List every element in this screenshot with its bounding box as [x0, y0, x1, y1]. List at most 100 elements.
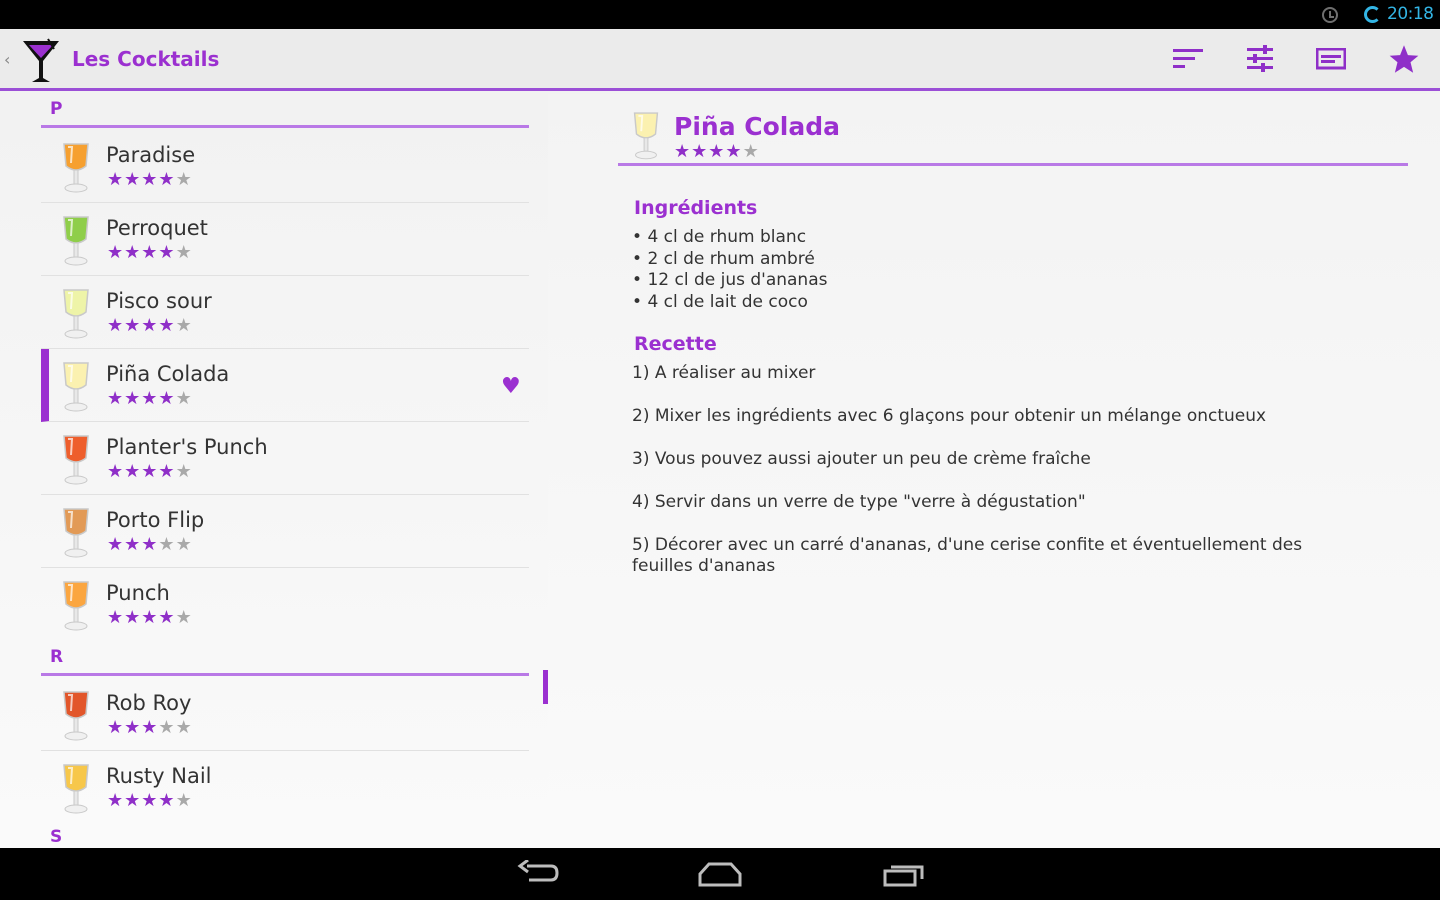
star-empty-icon: ★: [158, 717, 176, 738]
star-empty-icon: ★: [175, 790, 193, 811]
cocktail-glass-icon: [63, 435, 89, 485]
ingredient-item: 2 cl de rhum ambré: [632, 249, 827, 271]
list-item-name: Porto Flip: [106, 508, 205, 532]
star-filled-icon: ★: [107, 461, 125, 482]
rating-stars: ★★★★★: [107, 390, 193, 408]
heart-favorite-icon[interactable]: ♥: [501, 376, 521, 398]
list-item-name: Perroquet: [106, 216, 208, 240]
recent-apps-icon[interactable]: [878, 856, 930, 892]
star-filled-icon: ★: [107, 388, 125, 409]
status-time: 20:18: [1387, 4, 1434, 24]
star-filled-icon: ★: [124, 242, 142, 263]
star-filled-icon: ★: [141, 315, 159, 336]
list-item-name: Pisco sour: [106, 289, 212, 313]
star-filled-icon: ★: [124, 717, 142, 738]
filter-sliders-icon[interactable]: [1243, 43, 1277, 75]
list-item-name: Planter's Punch: [106, 435, 268, 459]
star-filled-icon: ★: [107, 607, 125, 628]
star-filled-icon: ★: [158, 388, 176, 409]
rating-stars: ★★★★★: [107, 792, 193, 810]
star-filled-icon: ★: [141, 534, 159, 555]
cocktail-glass-icon: [63, 508, 89, 558]
star-empty-icon: ★: [175, 315, 193, 336]
star-filled-icon: ★: [158, 790, 176, 811]
star-filled-icon: ★: [158, 242, 176, 263]
rating-stars: ★★★★★: [107, 244, 193, 262]
star-filled-icon: ★: [124, 169, 142, 190]
app-title[interactable]: Les Cocktails: [72, 47, 219, 71]
recipe-step: 3) Vous pouvez aussi ajouter un peu de c…: [632, 449, 1091, 469]
back-arrow-icon[interactable]: [512, 856, 564, 892]
rating-stars: ★★★★★: [107, 171, 193, 189]
ingredients-list: 4 cl de rhum blanc 2 cl de rhum ambré 12…: [632, 227, 827, 313]
card-view-icon[interactable]: [1314, 43, 1348, 75]
rating-stars: ★★★★★: [107, 719, 193, 737]
status-bar: 20:18: [0, 0, 1440, 29]
cocktail-detail: Piña Colada ★★★★★ Ingrédients 4 cl de rh…: [548, 94, 1440, 848]
recipe-step: 4) Servir dans un verre de type "verre à…: [632, 492, 1086, 512]
star-favorites-icon[interactable]: [1387, 43, 1421, 75]
section-header-s: S: [50, 827, 63, 847]
star-filled-icon: ★: [107, 534, 125, 555]
star-filled-icon: ★: [141, 388, 159, 409]
star-filled-icon: ★: [141, 717, 159, 738]
star-filled-icon: ★: [158, 315, 176, 336]
list-item[interactable]: Punch ★★★★★: [41, 568, 529, 641]
list-item[interactable]: Pisco sour ★★★★★: [41, 276, 529, 349]
star-filled-icon: ★: [158, 461, 176, 482]
cocktail-glass-icon: [63, 764, 89, 814]
home-icon[interactable]: [694, 856, 746, 892]
star-empty-icon: ★: [175, 717, 193, 738]
star-filled-icon: ★: [691, 141, 709, 162]
rating-stars: ★★★★★: [107, 463, 193, 481]
list-item-name: Piña Colada: [106, 362, 230, 386]
list-item[interactable]: Paradise ★★★★★: [41, 130, 529, 203]
cocktail-list: P Paradise ★★★★★ Perroquet ★★★★★ Pisco s…: [0, 94, 548, 848]
star-filled-icon: ★: [107, 717, 125, 738]
star-filled-icon: ★: [725, 141, 743, 162]
sort-icon[interactable]: [1171, 43, 1205, 75]
list-item[interactable]: Porto Flip ★★★★★: [41, 495, 529, 568]
star-empty-icon: ★: [175, 242, 193, 263]
star-filled-icon: ★: [708, 141, 726, 162]
rating-stars: ★★★★★: [107, 609, 193, 627]
star-empty-icon: ★: [175, 461, 193, 482]
detail-title: Piña Colada: [674, 112, 840, 141]
star-filled-icon: ★: [124, 461, 142, 482]
recipe-title: Recette: [634, 333, 717, 355]
star-filled-icon: ★: [141, 242, 159, 263]
action-bar: ‹ Les Cocktails: [0, 29, 1440, 91]
star-empty-icon: ★: [175, 169, 193, 190]
list-item[interactable]: Planter's Punch ★★★★★: [41, 422, 529, 495]
list-item[interactable]: Perroquet ★★★★★: [41, 203, 529, 276]
back-caret-icon[interactable]: ‹: [4, 50, 10, 69]
cocktail-glass-icon: [633, 112, 659, 160]
cocktail-glass-icon: [63, 691, 89, 741]
star-filled-icon: ★: [158, 169, 176, 190]
ingredient-item: 4 cl de lait de coco: [632, 292, 827, 314]
star-filled-icon: ★: [124, 607, 142, 628]
star-filled-icon: ★: [674, 141, 692, 162]
recipe-step: 5) Décorer avec un carré d'ananas, d'une…: [632, 535, 1303, 576]
rating-stars: ★★★★★: [107, 317, 193, 335]
list-item-name: Rob Roy: [106, 691, 192, 715]
star-filled-icon: ★: [141, 461, 159, 482]
list-item-name: Rusty Nail: [106, 764, 212, 788]
list-item[interactable]: Rusty Nail ★★★★★: [41, 751, 529, 824]
list-item-name: Punch: [106, 581, 170, 605]
list-item[interactable]: Rob Roy ★★★★★: [41, 678, 529, 751]
cocktail-glass-icon: [63, 581, 89, 631]
martini-glass-icon[interactable]: [20, 37, 62, 85]
star-empty-icon: ★: [742, 141, 760, 162]
list-item-selected[interactable]: Piña Colada ★★★★★ ♥: [41, 349, 529, 422]
star-empty-icon: ★: [175, 388, 193, 409]
star-filled-icon: ★: [124, 534, 142, 555]
star-filled-icon: ★: [107, 242, 125, 263]
detail-header: Piña Colada ★★★★★: [618, 102, 1408, 166]
ingredient-item: 4 cl de rhum blanc: [632, 227, 827, 249]
cocktail-glass-icon: [63, 362, 89, 412]
star-filled-icon: ★: [141, 169, 159, 190]
list-item-name: Paradise: [106, 143, 196, 167]
star-empty-icon: ★: [158, 534, 176, 555]
alarm-icon: [1322, 7, 1338, 23]
